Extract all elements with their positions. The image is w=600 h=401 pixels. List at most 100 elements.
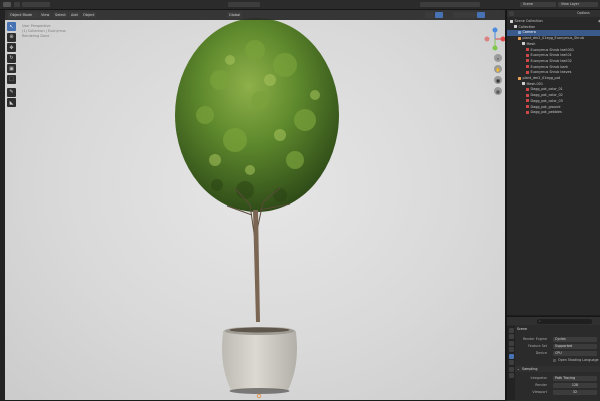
tab-world-icon[interactable]	[508, 360, 514, 365]
outliner-row[interactable]: Scene Collection ◉	[507, 19, 600, 25]
shading-solid[interactable]	[461, 12, 469, 18]
outliner-item-icon	[526, 53, 529, 57]
render-samples-row: Render 128	[515, 382, 600, 388]
outliner-row[interactable]: Dagg_pot_pebbles◉	[507, 110, 600, 116]
outliner-row[interactable]: Camera◉	[507, 30, 600, 36]
outliner-item-label: Euonymus Shrub leaf.02	[530, 58, 572, 63]
tab-object-icon[interactable]	[508, 366, 514, 372]
menu-object[interactable]: Object	[81, 12, 97, 18]
device-row: Device CPU	[515, 350, 600, 356]
outliner-item-label: Scene Collection	[514, 19, 543, 23]
outliner-item-label: Collection	[518, 24, 536, 29]
properties-tabs	[507, 326, 515, 400]
outliner-item-icon	[526, 70, 529, 74]
outliner-item-label: Mesh.001	[526, 81, 543, 86]
render-samples-label: Render	[535, 383, 547, 387]
view-layer-selector[interactable]: View Layer	[558, 2, 598, 7]
annotate-tool-icon[interactable]: ✎	[7, 87, 16, 97]
pan-hand-icon[interactable]: ✋	[494, 65, 502, 73]
outliner-editor-icon[interactable]	[509, 11, 514, 16]
select-tool-icon[interactable]: ↖	[7, 22, 16, 31]
outliner-row[interactable]: Euonymus Shrub leaf.001◉	[507, 48, 600, 54]
zoom-icon[interactable]: ⌕	[494, 54, 502, 62]
outliner-item-label: Camera	[522, 30, 536, 35]
outliner-row[interactable]: plant_dm2_01egg_Euonymus_Shrub◉	[507, 36, 600, 42]
transform-tool-icon[interactable]: ⬚	[7, 74, 16, 84]
tab-view-layer-icon[interactable]	[508, 347, 514, 352]
tab-modifiers-icon[interactable]	[508, 373, 514, 378]
transform-orientation-dropdown[interactable]: Global	[227, 12, 243, 18]
cursor-tool-icon[interactable]: ⊕	[7, 32, 16, 42]
orientation-dropdown[interactable]	[228, 2, 260, 7]
outliner-item-icon	[526, 99, 529, 103]
tab-output-icon[interactable]	[508, 340, 514, 346]
outliner-row[interactable]: Dagg_pot_color_03◉	[507, 99, 600, 105]
xray-toggle[interactable]	[435, 12, 443, 18]
outliner-row[interactable]: Euonymus Shrub bark◉	[507, 65, 600, 71]
outliner-row[interactable]: Euonymus Shrub leaf.02◉	[507, 59, 600, 65]
tab-scene-icon[interactable]	[508, 353, 514, 359]
device-dropdown[interactable]: CPU	[553, 350, 597, 356]
feature-set-dropdown[interactable]: Supported	[553, 343, 597, 349]
navigation-gizmo[interactable]	[483, 26, 505, 52]
properties-title: Scene	[517, 327, 528, 331]
toggle-button[interactable]	[14, 2, 20, 7]
outliner-row[interactable]: Euonymus Shrub leaf.01◉	[507, 53, 600, 59]
outliner-row[interactable]: plant_dm2_01egg_pot◉	[507, 76, 600, 82]
menu-select[interactable]: Select	[53, 12, 68, 18]
editor-type-button[interactable]	[3, 2, 11, 7]
outliner-item-icon	[518, 76, 521, 80]
tab-tool-icon[interactable]	[508, 327, 514, 333]
outliner-item-label: plant_dm2_01egg_Euonymus_Shrub	[522, 36, 585, 41]
outliner-item-icon	[526, 65, 529, 69]
osl-checkbox[interactable]	[553, 358, 556, 362]
outliner-item-label: Dagg_pot_color_03	[530, 98, 563, 103]
shading-rendered[interactable]	[477, 12, 485, 18]
shading-material[interactable]	[469, 12, 477, 18]
outliner-item-label: plant_dm2_01egg_pot	[522, 76, 561, 80]
mode-buttons[interactable]	[22, 2, 50, 7]
perspective-toggle-icon[interactable]: ▦	[494, 87, 502, 95]
top-bar: Scene View Layer	[0, 0, 600, 10]
viewport-status-label: Rendering Done	[22, 34, 50, 38]
outliner-row[interactable]: Euonymus Shrub leaves◉	[507, 70, 600, 76]
camera-view-icon[interactable]: ■	[494, 76, 502, 84]
integrator-row: Integrator Path Tracing	[515, 375, 600, 381]
rotate-tool-icon[interactable]: ↻	[7, 53, 16, 63]
render-engine-label: Render Engine	[522, 337, 547, 341]
shading-wire[interactable]	[453, 12, 461, 18]
outliner-row[interactable]: Dagg_pot_color_02◉	[507, 93, 600, 99]
outliner-item-icon	[514, 25, 517, 29]
outliner-item-icon	[518, 30, 521, 34]
menu-add[interactable]: Add	[69, 12, 80, 18]
viewport-samples-field[interactable]: 32	[553, 389, 597, 395]
outliner-row[interactable]: Collection◉	[507, 25, 600, 31]
sampling-section-header[interactable]: ⌄ Sampling	[515, 366, 600, 372]
outliner-row[interactable]: Mesh.001◉	[507, 82, 600, 88]
overlay-toggle[interactable]	[425, 12, 433, 18]
outliner-options-button[interactable]: Options	[577, 11, 590, 16]
scale-tool-icon[interactable]: ▣	[7, 64, 16, 73]
outliner-item-label: Dagg_pot_color_02	[530, 93, 563, 98]
3d-viewport[interactable]: Object Mode View Select Add Object Globa…	[5, 10, 505, 400]
outliner-item-icon	[522, 42, 525, 46]
viewport-shading-buttons[interactable]	[420, 2, 480, 7]
render-samples-field[interactable]: 128	[553, 382, 597, 388]
move-tool-icon[interactable]: ✥	[7, 43, 16, 52]
tab-render-icon[interactable]	[508, 334, 514, 339]
object-mode-dropdown[interactable]: Object Mode	[8, 12, 38, 18]
outliner-item-icon	[526, 105, 529, 108]
outliner-row[interactable]: Dagg_pot_ground◉	[507, 105, 600, 111]
properties-header: ⌕	[507, 317, 600, 325]
render-engine-dropdown[interactable]: Cycles	[553, 336, 597, 342]
integrator-dropdown[interactable]: Path Tracing	[553, 375, 597, 381]
outliner-row[interactable]: Mesh◉	[507, 42, 600, 48]
scene-selector[interactable]: Scene	[520, 2, 556, 7]
menu-view[interactable]: View	[39, 12, 52, 18]
outliner-item-icon	[526, 87, 529, 91]
viewport-samples-label: Viewport	[532, 390, 547, 394]
outliner-row[interactable]: Dagg_pot_color_01◉	[507, 87, 600, 93]
measure-tool-icon[interactable]: ◣	[7, 98, 16, 107]
feature-set-label: Feature Set	[528, 344, 547, 348]
properties-search-input[interactable]: ⌕	[537, 318, 592, 324]
